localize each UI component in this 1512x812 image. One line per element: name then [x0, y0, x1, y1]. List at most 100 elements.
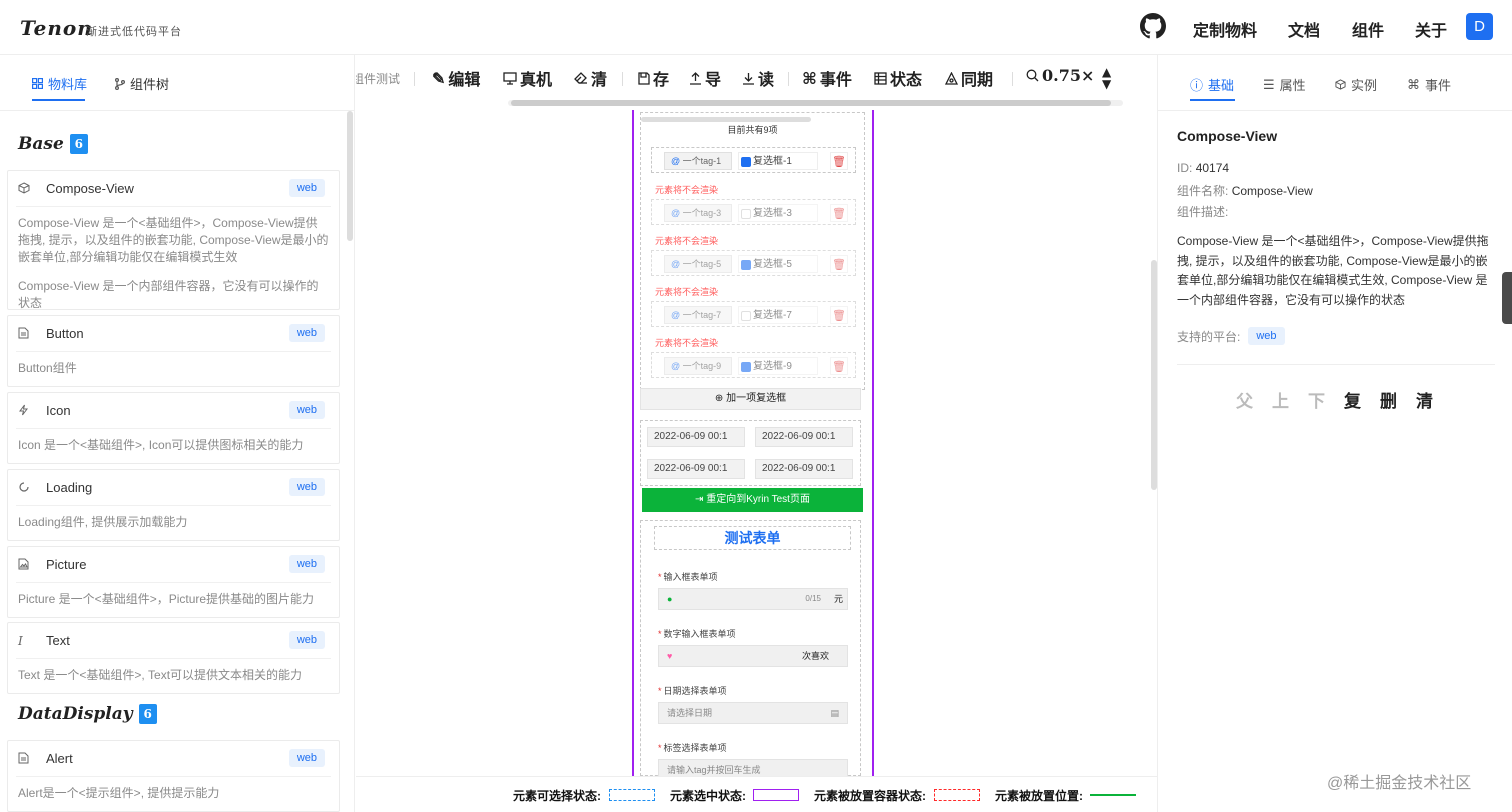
- import-button[interactable]: 读: [742, 66, 774, 90]
- save-button[interactable]: 存: [638, 66, 669, 90]
- edit-button[interactable]: ✎ 编辑: [432, 66, 480, 90]
- copy-button[interactable]: 复: [1344, 387, 1361, 412]
- select-parent-button[interactable]: 父: [1236, 387, 1253, 412]
- heart-icon: ♥: [667, 651, 673, 661]
- card-description: Alert是一个<提示组件>, 提供提示能力: [18, 786, 220, 800]
- checkbox-item[interactable]: 复选框-3: [738, 204, 818, 222]
- app-logo[interactable]: Tenon: [20, 16, 93, 40]
- list-item[interactable]: @ 一个tag-9 复选框-9 🗑: [651, 352, 856, 378]
- trash-icon[interactable]: 🗑: [830, 152, 848, 170]
- component-card-text[interactable]: I Text web Text 是一个<基础组件>, Text可以提供文本相关的…: [7, 622, 340, 694]
- add-checkbox-label: 加一项复选框: [726, 393, 787, 404]
- tab-properties[interactable]: ☰ 属性: [1263, 75, 1306, 94]
- checkbox-checked[interactable]: [741, 260, 751, 270]
- tag-chip[interactable]: @ 一个tag-7: [664, 306, 732, 324]
- tab-label: 物料库: [48, 77, 88, 92]
- date-input-field[interactable]: 请选择日期 ▤: [658, 702, 848, 724]
- list-item[interactable]: @ 一个tag-7 复选框-7 🗑: [651, 301, 856, 327]
- phone-frame-selected[interactable]: 目前共有9项 @ 一个tag-1 复选框-1 🗑 元素将不会渲染 @ 一个tag…: [632, 110, 874, 776]
- inner-scrollbar[interactable]: [641, 117, 811, 122]
- card-name: Text: [46, 633, 70, 648]
- date-picker[interactable]: 2022-06-09 00:1: [755, 427, 853, 447]
- info-icon: ⓘ: [1190, 78, 1204, 93]
- component-card-button[interactable]: Button web Button组件: [7, 315, 340, 387]
- device-preview-button[interactable]: 真机: [503, 66, 552, 90]
- add-checkbox-button[interactable]: ⊕ 加一项复选框: [640, 388, 861, 410]
- nav-custom-materials[interactable]: 定制物料: [1193, 17, 1257, 41]
- nav-about[interactable]: 关于: [1415, 17, 1447, 41]
- move-up-button[interactable]: 上: [1272, 387, 1289, 412]
- card-description: Button组件: [18, 361, 77, 375]
- save-label: 存: [653, 70, 670, 89]
- trash-icon[interactable]: 🗑: [830, 306, 848, 324]
- group-count-badge: 6: [138, 704, 157, 724]
- component-card-loading[interactable]: Loading web Loading组件, 提供展示加载能力: [7, 469, 340, 541]
- sync-button[interactable]: 同期: [945, 66, 993, 90]
- export-button[interactable]: 导: [689, 66, 721, 90]
- caret-up-icon[interactable]: ▲: [1102, 66, 1111, 78]
- app-subtitle: 渐进式低代码平台: [86, 26, 182, 38]
- tab-material-library[interactable]: 物料库: [32, 74, 87, 93]
- date-grid[interactable]: 2022-06-09 00:1 2022-06-09 00:1 2022-06-…: [640, 420, 861, 486]
- nav-components[interactable]: 组件: [1352, 17, 1384, 41]
- component-card-alert[interactable]: Alert web Alert是一个<提示组件>, 提供提示能力: [7, 740, 340, 812]
- checkbox-item[interactable]: 复选框-7: [738, 306, 818, 324]
- platform-tag: web: [288, 631, 325, 649]
- checkbox-item[interactable]: 复选框-1: [738, 152, 818, 170]
- text-input-field[interactable]: ● 0/15 元: [658, 588, 848, 610]
- tab-events[interactable]: ⌘ 事件: [1407, 75, 1451, 94]
- number-input-field[interactable]: ♥ 次喜欢: [658, 645, 848, 667]
- checkbox-label: 复选框-7: [753, 310, 792, 321]
- clear-button[interactable]: 清: [1416, 387, 1433, 412]
- redirect-button[interactable]: ⇥ 重定向到Kyrin Test页面: [642, 488, 863, 512]
- caret-down-icon[interactable]: ▼: [1102, 78, 1111, 90]
- date-picker[interactable]: 2022-06-09 00:1: [755, 459, 853, 479]
- tab-instance[interactable]: 实例: [1335, 75, 1377, 94]
- component-card-picture[interactable]: Picture web Picture 是一个<基础组件>，Picture提供基…: [7, 546, 340, 618]
- trash-icon[interactable]: 🗑: [830, 255, 848, 273]
- tab-basic[interactable]: ⓘ 基础: [1190, 75, 1234, 94]
- event-button[interactable]: ⌘ 事件: [802, 66, 852, 90]
- checkbox-unchecked[interactable]: [741, 311, 751, 321]
- render-warning: 元素将不会渲染: [655, 287, 719, 297]
- component-card-compose-view[interactable]: Compose-View web Compose-View 是一个<基础组件>，…: [7, 170, 340, 310]
- platform-label: 支持的平台:: [1177, 329, 1241, 344]
- state-button[interactable]: 状态: [874, 66, 922, 90]
- at-icon: @: [671, 259, 683, 269]
- component-card-icon[interactable]: Icon web Icon 是一个<基础组件>, Icon可以提供图标相关的能力: [7, 392, 340, 464]
- github-icon[interactable]: [1140, 13, 1166, 39]
- zoom-control[interactable]: 0.75×: [1026, 66, 1094, 85]
- tag-chip[interactable]: @ 一个tag-5: [664, 255, 732, 273]
- move-down-button[interactable]: 下: [1308, 387, 1325, 412]
- nav-docs[interactable]: 文档: [1288, 17, 1320, 41]
- trash-icon[interactable]: 🗑: [830, 204, 848, 222]
- checkbox-unchecked[interactable]: [741, 209, 751, 219]
- side-drawer-handle[interactable]: [1502, 272, 1512, 324]
- list-item[interactable]: @ 一个tag-5 复选框-5 🗑: [651, 250, 856, 276]
- delete-button[interactable]: 删: [1380, 387, 1397, 412]
- tag-chip[interactable]: @ 一个tag-3: [664, 204, 732, 222]
- trash-icon[interactable]: 🗑: [830, 357, 848, 375]
- list-item[interactable]: @ 一个tag-1 复选框-1 🗑: [651, 147, 856, 173]
- at-icon: @: [671, 156, 683, 166]
- checkbox-item[interactable]: 复选框-5: [738, 255, 818, 273]
- list-container[interactable]: 目前共有9项 @ 一个tag-1 复选框-1 🗑 元素将不会渲染 @ 一个tag…: [640, 112, 865, 390]
- char-counter: 0/15: [805, 594, 821, 603]
- list-item[interactable]: @ 一个tag-3 复选框-3 🗑: [651, 199, 856, 225]
- avatar[interactable]: D: [1466, 13, 1493, 40]
- zoom-stepper[interactable]: ▲ ▼: [1102, 66, 1111, 90]
- checkbox-item[interactable]: 复选框-9: [738, 357, 818, 375]
- date-picker[interactable]: 2022-06-09 00:1: [647, 427, 745, 447]
- toolbar-scrollbar[interactable]: [511, 100, 1111, 106]
- checkbox-checked[interactable]: [741, 362, 751, 372]
- left-tabs: 物料库 组件树: [0, 55, 354, 111]
- clear-button[interactable]: 清: [574, 66, 607, 90]
- kv-label: ID:: [1177, 161, 1193, 175]
- tag-input-field[interactable]: 请输入tag并按回车生成: [658, 759, 848, 776]
- tag-chip[interactable]: @ 一个tag-1: [664, 152, 732, 170]
- checkbox-checked[interactable]: [741, 157, 751, 167]
- left-scrollbar[interactable]: [347, 111, 353, 241]
- tab-component-tree[interactable]: 组件树: [115, 74, 169, 93]
- date-picker[interactable]: 2022-06-09 00:1: [647, 459, 745, 479]
- tag-chip[interactable]: @ 一个tag-9: [664, 357, 732, 375]
